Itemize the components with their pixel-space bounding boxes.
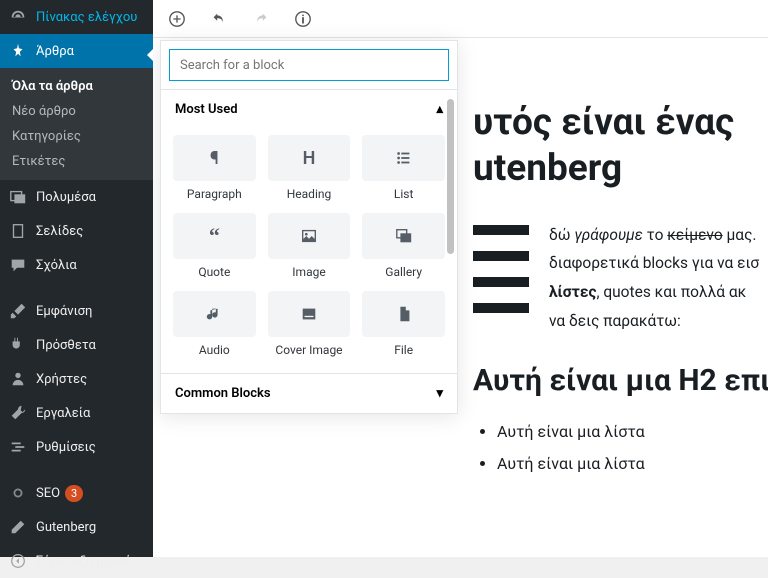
pencil-icon [8, 517, 28, 537]
seo-badge: 3 [65, 485, 83, 502]
list-block[interactable]: Αυτή είναι μια λίστα Αυτή είναι μια λίστ… [473, 416, 768, 480]
add-block-button[interactable] [163, 5, 191, 33]
heading-icon: H [268, 135, 351, 181]
block-list[interactable]: List [356, 129, 451, 207]
posts-submenu: Όλα τα άρθρα Νέο άρθρο Κατηγορίες Ετικέτ… [0, 68, 153, 180]
cover-icon [268, 291, 351, 337]
sidebar-item-tools[interactable]: Εργαλεία [0, 396, 153, 430]
seo-icon [8, 483, 28, 503]
subitem-all-posts[interactable]: Όλα τα άρθρα [0, 74, 153, 99]
blocks-grid: ¶Paragraph HHeading List “Quote Image Ga… [161, 129, 457, 373]
comment-icon [8, 255, 28, 275]
list-item: Αυτή είναι μια λίστα [497, 448, 768, 480]
post-title[interactable]: υτός είναι έναςutenberg [473, 100, 768, 193]
undo-button[interactable] [205, 5, 233, 33]
list-item: Αυτή είναι μια λίστα [497, 416, 768, 448]
page-icon [8, 221, 28, 241]
sidebar-item-posts[interactable]: Άρθρα [0, 34, 153, 68]
block-cover[interactable]: Cover Image [262, 285, 357, 363]
sidebar-item-settings[interactable]: Ρυθμίσεις [0, 430, 153, 464]
paragraph-icon: ¶ [173, 135, 256, 181]
label: Πίνακας ελέγχου [36, 10, 137, 25]
info-button[interactable] [289, 5, 317, 33]
label: Άρθρα [36, 44, 74, 59]
user-icon [8, 369, 28, 389]
sidebar-item-comments[interactable]: Σχόλια [0, 248, 153, 282]
wrench-icon [8, 403, 28, 423]
audio-icon [173, 291, 256, 337]
subitem-new-post[interactable]: Νέο άρθρο [0, 99, 153, 124]
chevron-up-icon: ▴ [436, 102, 443, 117]
block-placeholder-bars [473, 225, 529, 336]
editor-toolbar [153, 0, 768, 38]
sidebar-item-users[interactable]: Χρήστες [0, 362, 153, 396]
label: Πολυμέσα [36, 190, 96, 205]
quote-icon: “ [173, 213, 256, 259]
label: Σύμπτυξη μενού [36, 554, 132, 569]
sidebar-item-seo[interactable]: SEO 3 [0, 476, 153, 510]
block-search-input[interactable] [169, 49, 449, 81]
redo-button[interactable] [247, 5, 275, 33]
label: Most Used [175, 102, 238, 117]
label: Πρόσθετα [36, 338, 96, 353]
label: Σελίδες [36, 224, 83, 239]
plug-icon [8, 335, 28, 355]
common-blocks-header[interactable]: Common Blocks ▾ [161, 373, 457, 413]
most-used-header[interactable]: Most Used ▴ [161, 90, 457, 129]
block-quote[interactable]: “Quote [167, 207, 262, 285]
label: Εμφάνιση [36, 304, 92, 319]
block-gallery[interactable]: Gallery [356, 207, 451, 285]
block-audio[interactable]: Audio [167, 285, 262, 363]
paragraph-text[interactable]: δώ γράφουμε το κείμενο μας.διαφορετικά b… [549, 221, 759, 336]
sidebar-item-media[interactable]: Πολυμέσα [0, 180, 153, 214]
sidebar-item-dashboard[interactable]: Πίνακας ελέγχου [0, 0, 153, 34]
label: Σχόλια [36, 258, 77, 273]
gallery-icon [362, 213, 445, 259]
label: Ρυθμίσεις [36, 440, 96, 455]
collapse-icon [8, 551, 28, 571]
label: Χρήστες [36, 372, 87, 387]
list-icon [362, 135, 445, 181]
brush-icon [8, 301, 28, 321]
file-icon [362, 291, 445, 337]
block-paragraph[interactable]: ¶Paragraph [167, 129, 262, 207]
sidebar-item-gutenberg[interactable]: Gutenberg [0, 510, 153, 544]
image-icon [268, 213, 351, 259]
label: Gutenberg [36, 520, 96, 535]
post-content: υτός είναι έναςutenberg δώ γράφουμε το κ… [473, 100, 768, 480]
inserter-scrollbar[interactable] [447, 91, 455, 371]
chevron-down-icon: ▾ [436, 386, 443, 401]
subitem-tags[interactable]: Ετικέτες [0, 149, 153, 174]
gauge-icon [8, 7, 28, 27]
block-image[interactable]: Image [262, 207, 357, 285]
media-icon [8, 187, 28, 207]
pin-icon [8, 41, 28, 61]
sidebar-item-appearance[interactable]: Εμφάνιση [0, 294, 153, 328]
block-inserter-panel: Most Used ▴ ¶Paragraph HHeading List “Qu… [160, 40, 458, 414]
sidebar-item-collapse[interactable]: Σύμπτυξη μενού [0, 544, 153, 578]
admin-sidebar: Πίνακας ελέγχου Άρθρα Όλα τα άρθρα Νέο ά… [0, 0, 153, 557]
sliders-icon [8, 437, 28, 457]
heading-h2[interactable]: Αυτή είναι μια H2 επι [473, 363, 768, 398]
sidebar-item-pages[interactable]: Σελίδες [0, 214, 153, 248]
editor-main: Most Used ▴ ¶Paragraph HHeading List “Qu… [153, 0, 768, 557]
block-heading[interactable]: HHeading [262, 129, 357, 207]
label: SEO [36, 486, 60, 501]
sidebar-item-plugins[interactable]: Πρόσθετα [0, 328, 153, 362]
label: Common Blocks [175, 386, 271, 401]
block-file[interactable]: File [356, 285, 451, 363]
subitem-categories[interactable]: Κατηγορίες [0, 124, 153, 149]
label: Εργαλεία [36, 406, 90, 421]
